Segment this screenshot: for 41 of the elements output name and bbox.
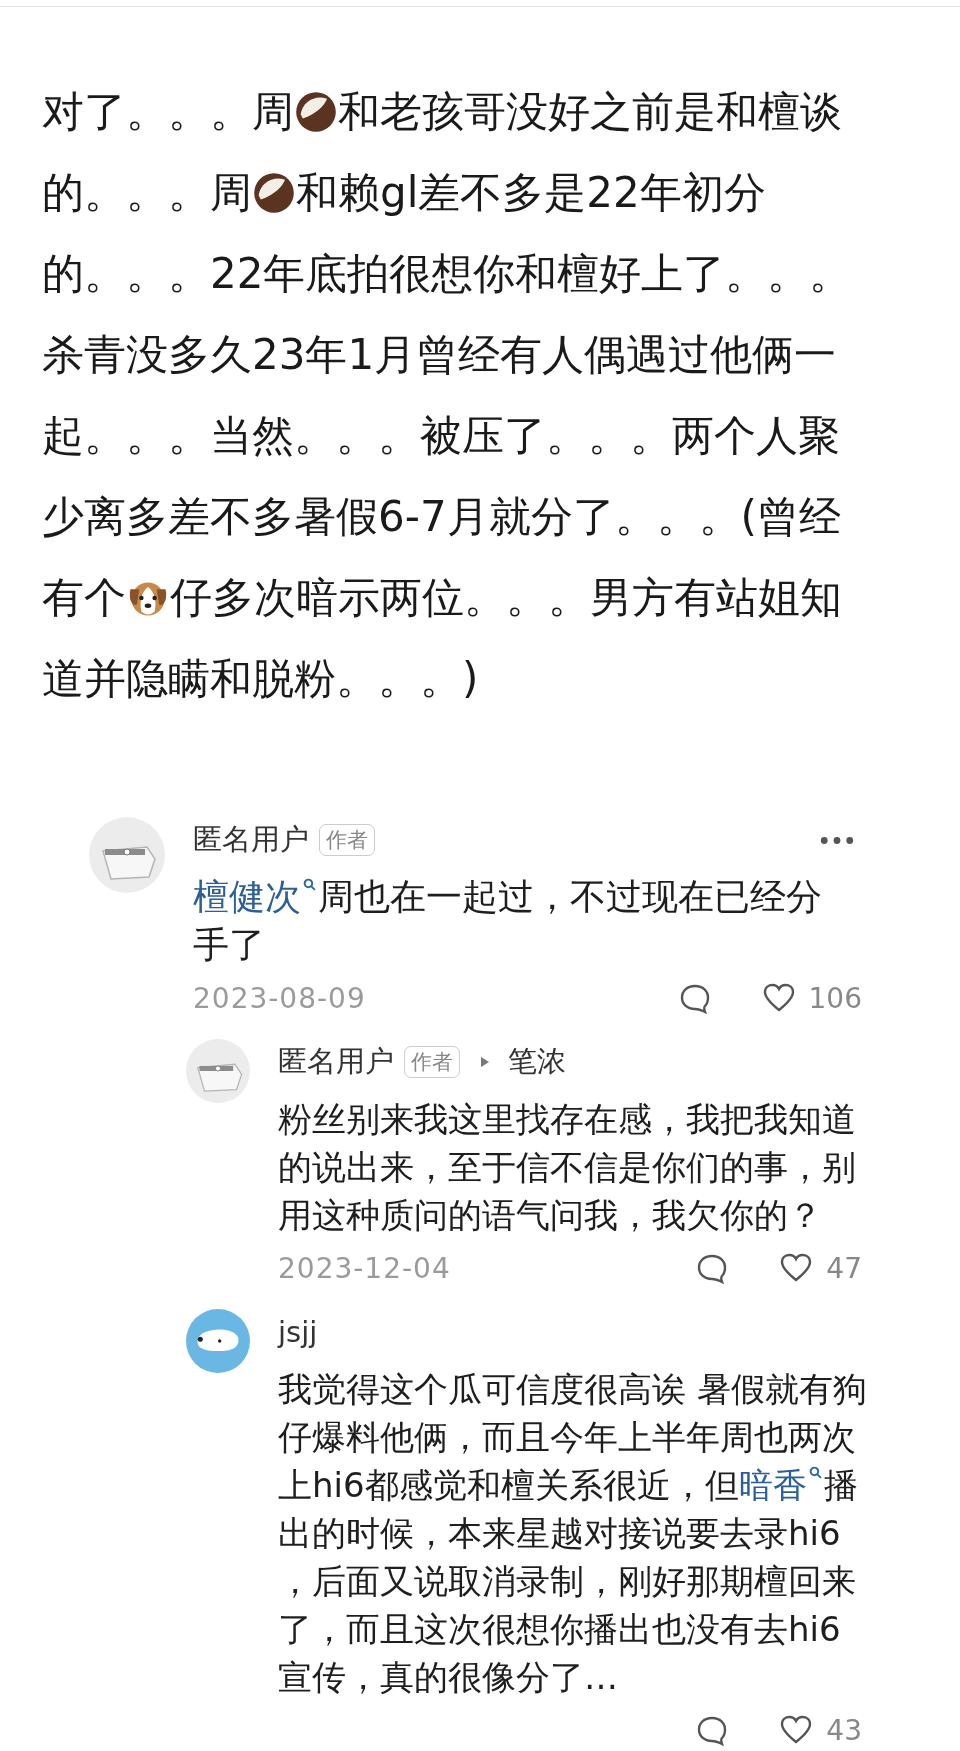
comment-date: 2023-12-04 xyxy=(278,1251,451,1285)
comment-icon[interactable] xyxy=(696,1252,729,1284)
heart-icon[interactable] xyxy=(762,982,795,1014)
comment-text: 檀健次 周也在一起过，不过现在已经分手了 xyxy=(193,875,823,967)
avatar[interactable] xyxy=(89,817,165,893)
post-text: 仔多次暗示两位。。。男方有站姐知 xyxy=(170,571,842,624)
comment-icon[interactable] xyxy=(696,1714,729,1746)
search-icon[interactable] xyxy=(303,878,316,891)
author-name[interactable]: 匿名用户 xyxy=(278,1042,394,1082)
author-badge: 作者 xyxy=(404,1046,460,1078)
comment-icon[interactable] xyxy=(678,982,711,1014)
post-text: 道并隐瞒和脱粉。。。) xyxy=(42,652,479,705)
like-count: 47 xyxy=(826,1251,862,1285)
topic-link[interactable]: 檀健次 xyxy=(193,876,301,917)
author-name[interactable]: 匿名用户 xyxy=(193,820,309,860)
post-text: 对了。。。周 xyxy=(42,85,294,138)
like-count: 106 xyxy=(808,981,862,1015)
post-text: 有个 xyxy=(42,571,126,624)
comment-text: 粉丝别来我这里找存在感，我把我知道的说出来，至于信不信是你们的事，别用这种质问的语气问我，我欠你的？ xyxy=(278,1098,857,1237)
post-text: 杀青没多久23年1月曾经有人偶遇过他俩一 xyxy=(42,328,837,381)
coconut-icon xyxy=(252,170,296,215)
coconut-icon xyxy=(294,89,338,134)
post-text: 少离多差不多暑假6-7月就分了。。。(曾经 xyxy=(42,490,841,543)
comment-text: 我觉得这个瓜可信度很高诶 暑假就有狗仔爆料他俩，而且今年上半年周也两次上hi6都感觉和檀关系很近，但暗香 播出的时候，本来星越对接说要去录hi6，后面又说取消录制，刚好那期檀回来了，而且这次很想你播出也没有去hi6宣传，真的很像分了… xyxy=(278,1368,868,1699)
topic-link[interactable]: 暗香 xyxy=(738,1465,807,1505)
author-badge: 作者 xyxy=(319,824,375,856)
post-text: 的。。。周 xyxy=(42,166,252,219)
post-text: 起。。。当然。。。被压了。。。两个人聚 xyxy=(42,409,840,462)
reply-arrow-icon xyxy=(480,1056,490,1068)
heart-icon[interactable] xyxy=(780,1252,813,1284)
more-icon[interactable] xyxy=(820,835,854,845)
post-text: 和赖gl差不多是22年初分 xyxy=(296,166,766,219)
comment-date: 2023-08-09 xyxy=(193,981,366,1015)
post-text: 和老孩哥没好之前是和檀谈 xyxy=(338,85,842,138)
like-count: 43 xyxy=(826,1713,862,1747)
post-text: 的。。。22年底拍很想你和檀好上了。。。 xyxy=(42,247,852,300)
reply-target-name[interactable]: 笔浓 xyxy=(508,1042,566,1082)
avatar[interactable] xyxy=(186,1039,250,1103)
author-name[interactable]: jsjj xyxy=(278,1315,318,1349)
search-icon[interactable] xyxy=(808,1466,822,1479)
heart-icon[interactable] xyxy=(780,1714,813,1746)
